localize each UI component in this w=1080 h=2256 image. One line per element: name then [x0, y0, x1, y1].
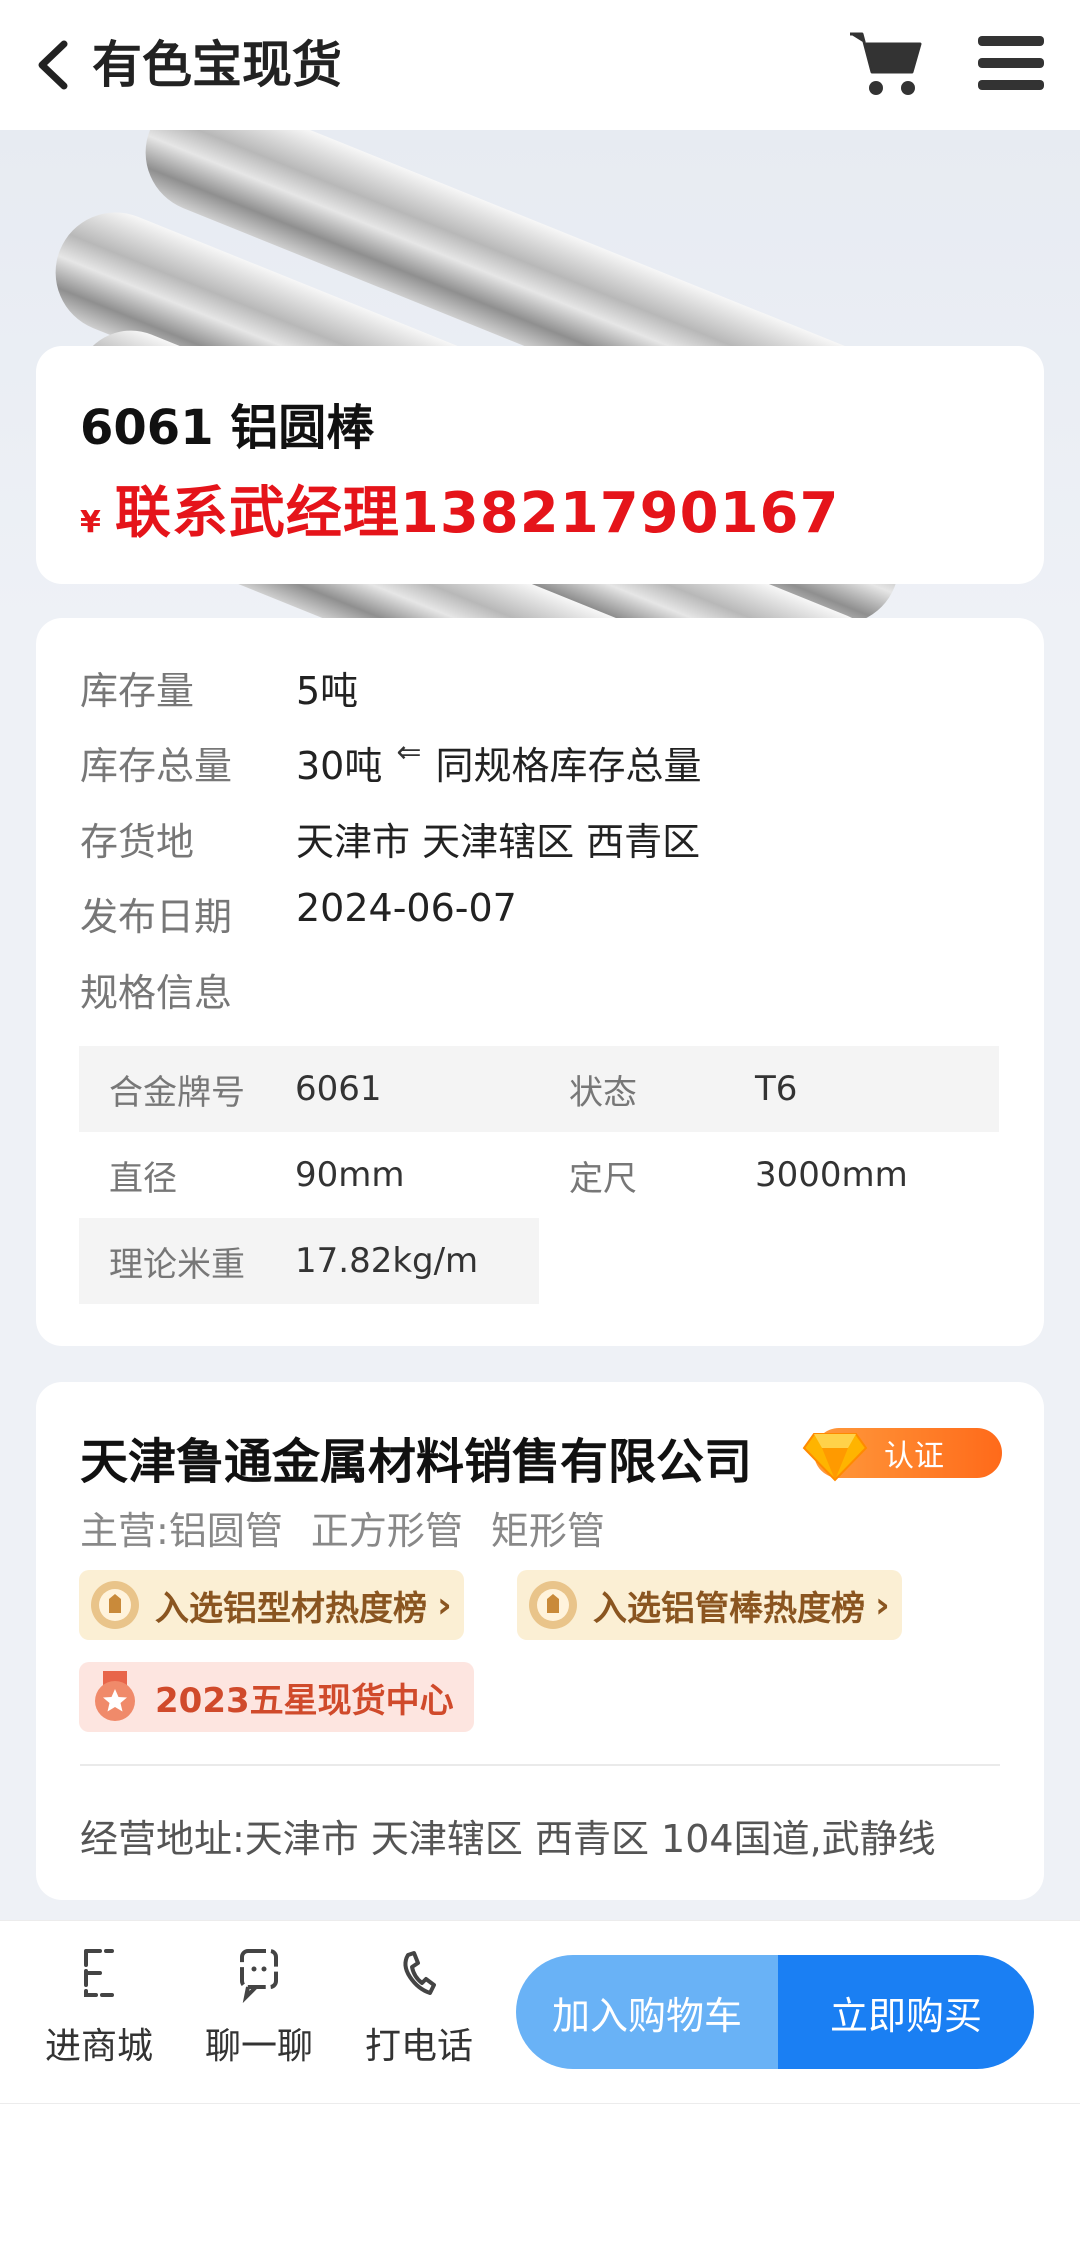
info-label: 库存总量 — [80, 744, 233, 788]
company-name[interactable]: 天津鲁通金属材料销售有限公司 — [80, 1422, 752, 1492]
business-address: 经营地址:天津市 天津辖区 西青区 104国道,武静线 — [80, 1817, 936, 1861]
company-card[interactable]: 天津鲁通金属材料销售有限公司 认证 主营: 铝圆管 正方形管 矩形管 入选铝型材… — [36, 1382, 1044, 1900]
main-business-item: 铝圆管 — [168, 1509, 283, 1553]
chat-icon — [240, 1949, 278, 2003]
tag-text: 2023五星现货中心 — [155, 1680, 454, 1721]
trophy-badge-icon — [91, 1581, 139, 1629]
main-business-item: 正方形管 — [310, 1509, 463, 1553]
info-value: 2024-06-07 — [296, 886, 517, 930]
price-row: ¥ 联系武经理13821790167 — [80, 468, 840, 549]
info-row-stock: 库存量 5吨 — [80, 660, 358, 715]
divider — [80, 1764, 1000, 1766]
info-row-spec-header: 规格信息 — [80, 962, 296, 1017]
chevron-right-icon: › — [437, 1584, 452, 1626]
info-label: 发布日期 — [80, 895, 233, 939]
certified-badge: 认证 — [802, 1428, 1002, 1482]
info-value: 天津市 天津辖区 西青区 — [296, 820, 701, 864]
nav-label: 聊一聊 — [204, 2026, 313, 2067]
info-row-publish-date: 发布日期 2024-06-07 — [80, 886, 517, 941]
footer-spacer — [0, 2104, 1080, 2256]
phone-icon — [403, 1951, 436, 1995]
diamond-icon — [802, 1433, 868, 1482]
info-value: 30吨 — [296, 744, 383, 788]
info-label: 规格信息 — [80, 971, 233, 1015]
left-double-arrow-icon: ⇐ — [396, 735, 422, 770]
main-business-item: 矩形管 — [490, 1509, 605, 1553]
cart-icon[interactable] — [848, 28, 924, 98]
info-note: 同规格库存总量 — [435, 744, 702, 788]
store-button[interactable]: 进商城 — [34, 1943, 164, 2069]
spec-label: 状态 — [569, 1072, 637, 1113]
spec-row: 理论米重 17.82kg/m — [79, 1218, 539, 1304]
price-contact-text: 联系武经理13821790167 — [114, 481, 840, 546]
bottom-action-bar: 进商城 聊一聊 打电话 加入购物车 立即购买 — [0, 1920, 1080, 2104]
main-business-label: 主营: — [80, 1509, 169, 1553]
ranking-tag-tubes-rods[interactable]: 入选铝管棒热度榜 › — [517, 1570, 902, 1640]
chat-button[interactable]: 聊一聊 — [194, 1943, 324, 2069]
spec-label: 定尺 — [569, 1158, 637, 1199]
product-title-card: 6061 铝圆棒 ¥ 联系武经理13821790167 — [36, 346, 1044, 584]
spec-value: 17.82kg/m — [295, 1241, 479, 1281]
chevron-right-icon: › — [875, 1584, 890, 1626]
spec-value: 6061 — [295, 1069, 382, 1109]
spec-value: T6 — [755, 1069, 798, 1109]
tag-text: 入选铝型材热度榜 — [155, 1588, 427, 1629]
chevron-left-icon[interactable] — [34, 38, 74, 92]
page-title: 有色宝现货 — [92, 36, 342, 94]
certified-badge-text: 认证 — [884, 1439, 944, 1474]
hamburger-menu-icon[interactable] — [978, 34, 1044, 92]
product-info-card: 库存量 5吨 库存总量 30吨 ⇐ 同规格库存总量 存货地 天津市 天津辖区 西… — [36, 618, 1044, 1346]
info-row-total-stock: 库存总量 30吨 ⇐ 同规格库存总量 — [80, 735, 702, 790]
store-icon — [84, 1949, 114, 1997]
spec-value: 90mm — [295, 1155, 405, 1195]
ranking-tag-profiles[interactable]: 入选铝型材热度榜 › — [79, 1570, 464, 1640]
info-label: 存货地 — [80, 820, 195, 864]
five-star-center-tag: 2023五星现货中心 — [79, 1662, 474, 1732]
spec-value: 3000mm — [755, 1155, 908, 1195]
star-medal-icon — [95, 1671, 135, 1721]
main-business: 主营: 铝圆管 正方形管 矩形管 — [80, 1500, 633, 1555]
nav-label: 进商城 — [44, 2026, 153, 2067]
spec-row: 直径 90mm 定尺 3000mm — [79, 1132, 999, 1218]
buy-now-button[interactable]: 立即购买 — [778, 1955, 1034, 2069]
nav-label: 打电话 — [364, 2026, 473, 2067]
info-value: 5吨 — [296, 669, 359, 713]
product-name: 6061 铝圆棒 — [80, 400, 375, 456]
spec-label: 理论米重 — [109, 1244, 245, 1285]
spec-label: 直径 — [109, 1158, 177, 1199]
call-button[interactable]: 打电话 — [354, 1943, 484, 2069]
spec-label: 合金牌号 — [109, 1072, 245, 1113]
add-to-cart-button[interactable]: 加入购物车 — [516, 1955, 778, 2069]
trophy-badge-icon — [529, 1581, 577, 1629]
top-app-bar: 有色宝现货 — [0, 0, 1080, 130]
info-row-location: 存货地 天津市 天津辖区 西青区 — [80, 811, 700, 866]
spec-row: 合金牌号 6061 状态 T6 — [79, 1046, 999, 1132]
tag-text: 入选铝管棒热度榜 — [593, 1588, 865, 1629]
info-label: 库存量 — [80, 669, 195, 713]
currency-symbol: ¥ — [80, 505, 101, 540]
